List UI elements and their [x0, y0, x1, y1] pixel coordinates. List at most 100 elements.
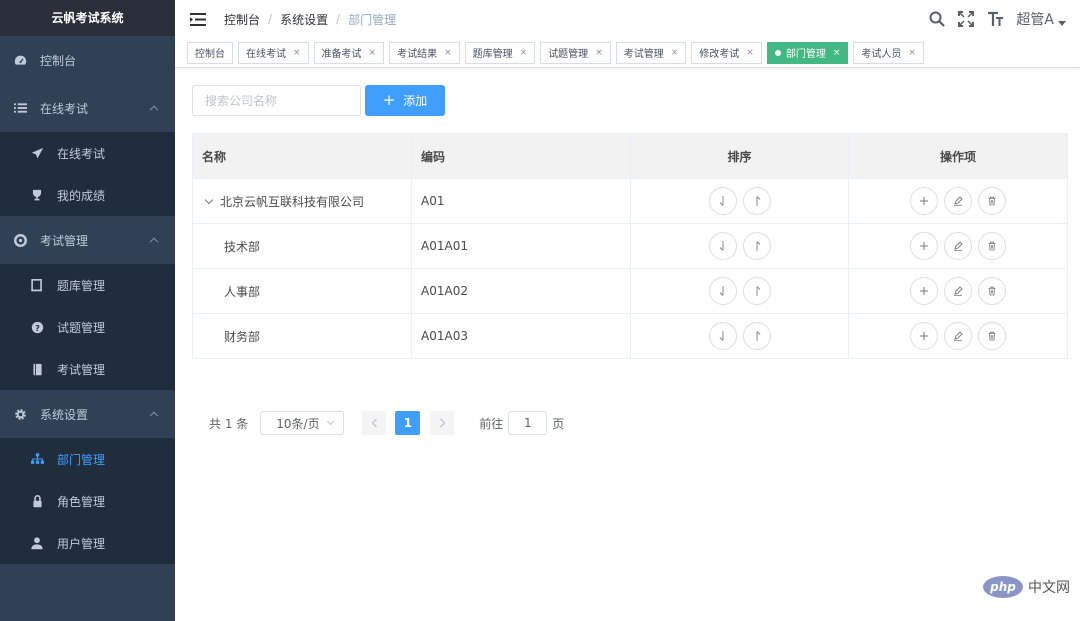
breadcrumb-item: 部门管理: [348, 12, 397, 27]
submenu-exam-management: 题库管理 ? 试题管理 考试管理: [0, 264, 175, 390]
move-down-button[interactable]: [708, 232, 737, 260]
close-icon[interactable]: ×: [595, 48, 603, 58]
goto-label: 前往: [479, 416, 504, 431]
tag-label: 考试人员: [861, 49, 902, 60]
sidebar-item-my-scores[interactable]: 我的成绩: [0, 174, 175, 216]
delete-button[interactable]: [978, 187, 1006, 215]
sidebar-item-label: 我的成绩: [57, 188, 106, 203]
goto-page-input[interactable]: [508, 411, 548, 435]
sidebar-item-label: 试题管理: [57, 320, 106, 335]
sidebar-item-online-exam[interactable]: 在线考试: [0, 84, 175, 132]
tag-item[interactable]: 考试人员 ×: [853, 41, 924, 64]
sidebar-item-question-bank[interactable]: 题库管理: [0, 264, 175, 306]
sidebar-item-roles[interactable]: 角色管理: [0, 480, 175, 522]
cell-sort: [630, 223, 849, 269]
tag-item[interactable]: 修改考试 ×: [691, 41, 762, 64]
add-button[interactable]: + 添加: [365, 85, 445, 116]
close-icon[interactable]: ×: [833, 48, 841, 58]
close-icon[interactable]: ×: [293, 48, 301, 58]
sidebar-item-exams[interactable]: 考试管理: [0, 348, 175, 390]
dashboard-icon: [13, 53, 27, 67]
tag-item[interactable]: 试题管理 ×: [540, 41, 611, 64]
column-header: 操作项: [848, 133, 1068, 179]
edit-button[interactable]: [944, 187, 972, 215]
close-icon[interactable]: ×: [369, 48, 377, 58]
sidebar-item-label: 角色管理: [57, 494, 106, 509]
search-input[interactable]: [192, 85, 361, 116]
tag-item[interactable]: 控制台: [187, 41, 233, 64]
sidebar-item-dashboard[interactable]: 控制台: [0, 36, 175, 84]
move-down-button[interactable]: [708, 277, 737, 305]
tag-item[interactable]: 准备考试 ×: [313, 41, 385, 64]
sidebar-item-system-settings[interactable]: 系统设置: [0, 390, 175, 438]
breadcrumb-item[interactable]: 系统设置: [280, 11, 328, 28]
prev-page-button[interactable]: [362, 411, 387, 435]
tag-label: 修改考试: [699, 49, 740, 60]
sidebar-item-label: 部门管理: [57, 452, 106, 467]
add-child-button[interactable]: [910, 277, 938, 305]
close-icon[interactable]: ×: [671, 48, 679, 58]
close-icon[interactable]: ×: [908, 48, 916, 58]
trash-icon: [987, 331, 997, 341]
add-child-button[interactable]: [910, 322, 938, 350]
sidebar-item-label: 考试管理: [40, 233, 89, 248]
move-up-button[interactable]: [742, 322, 771, 350]
page-number-current[interactable]: 1: [395, 411, 421, 435]
sidebar-item-exam-management[interactable]: 考试管理: [0, 216, 175, 264]
next-page-button[interactable]: [430, 411, 455, 435]
app-title: 云帆考试系统: [0, 0, 175, 36]
sidebar-item-label: 控制台: [40, 53, 77, 68]
move-up-button[interactable]: [742, 187, 771, 215]
close-icon[interactable]: ×: [520, 48, 528, 58]
sidebar-item-take-exam[interactable]: 在线考试: [0, 132, 175, 174]
edit-button[interactable]: [944, 322, 972, 350]
move-up-button[interactable]: [742, 232, 771, 260]
tag-label: 考试结果: [397, 49, 438, 60]
pagination-total: 共 1 条: [209, 416, 249, 431]
navbar: 控制台 / 系统设置 / 部门管理 超管A: [175, 0, 1080, 38]
delete-button[interactable]: [978, 232, 1006, 260]
user-name[interactable]: 超管A: [1016, 9, 1054, 29]
cell-name: 北京云帆互联科技有限公司: [192, 178, 412, 224]
tag-label: 题库管理: [472, 49, 513, 60]
sidebar-item-departments[interactable]: 部门管理: [0, 438, 175, 480]
main-content: + 添加 名称 编码 排序 操作项 北京云帆互联科技有限公司 A01 技术部 A01A…: [175, 68, 1080, 621]
tag-item[interactable]: 在线考试 ×: [238, 41, 309, 64]
edit-button[interactable]: [944, 232, 972, 260]
fullscreen-icon[interactable]: [956, 9, 976, 29]
delete-button[interactable]: [978, 277, 1006, 305]
watermark-logo: php: [983, 576, 1023, 598]
add-child-button[interactable]: [910, 187, 938, 215]
close-icon[interactable]: ×: [746, 48, 754, 58]
page-size-select[interactable]: 10条/页: [260, 411, 345, 435]
sidebar-item-users[interactable]: 用户管理: [0, 522, 175, 564]
arrow-up-icon: [752, 330, 762, 342]
search-icon[interactable]: [927, 9, 947, 29]
caret-down-icon[interactable]: [1058, 20, 1066, 26]
book-icon: [30, 362, 44, 376]
breadcrumb-item[interactable]: 控制台: [224, 11, 260, 28]
tag-item[interactable]: 考试结果 ×: [389, 41, 460, 64]
move-down-button[interactable]: [708, 187, 737, 215]
paper-plane-icon: [30, 146, 44, 160]
font-size-icon[interactable]: [985, 9, 1005, 29]
tag-item[interactable]: 考试管理 ×: [615, 41, 687, 64]
submenu-system-settings: 部门管理 角色管理 用户管理: [0, 438, 175, 564]
trash-icon: [987, 286, 997, 296]
sidebar-item-questions[interactable]: ? 试题管理: [0, 306, 175, 348]
submenu-online-exam: 在线考试 我的成绩: [0, 132, 175, 216]
org-tree-icon: [30, 452, 44, 466]
close-icon[interactable]: ×: [444, 48, 452, 58]
edit-button[interactable]: [944, 277, 972, 305]
delete-button[interactable]: [978, 322, 1006, 350]
tag-item[interactable]: 题库管理 ×: [464, 41, 536, 64]
department-code: A01: [411, 178, 631, 224]
move-down-button[interactable]: [708, 322, 737, 350]
move-up-button[interactable]: [742, 277, 771, 305]
expand-chevron-icon[interactable]: [204, 195, 214, 204]
add-child-button[interactable]: [910, 232, 938, 260]
tag-item-active[interactable]: 部门管理 ×: [766, 41, 849, 64]
cell-name: 技术部: [192, 223, 412, 269]
department-name: 技术部: [224, 239, 261, 254]
hamburger-icon[interactable]: [188, 9, 208, 29]
